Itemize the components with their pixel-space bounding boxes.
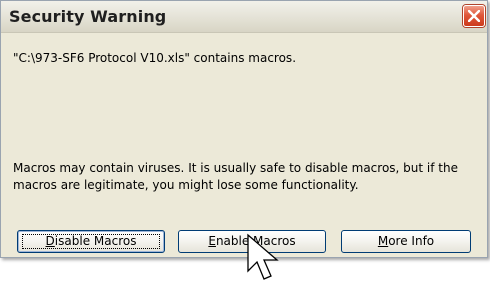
more-info-button[interactable]: More Info: [341, 230, 471, 253]
warning-text-line-2: macros are legitimate, you might lose so…: [13, 178, 359, 192]
dialog-body: "C:\973-SF6 Protocol V10.xls" contains m…: [1, 33, 487, 257]
close-button[interactable]: [463, 5, 485, 27]
security-warning-dialog: Security Warning "C:\973-SF6 Protocol V1…: [0, 0, 488, 258]
file-macro-message: "C:\973-SF6 Protocol V10.xls" contains m…: [13, 51, 297, 65]
arrow-pointer-icon: [247, 233, 279, 280]
disable-macros-button[interactable]: Disable Macros: [17, 230, 165, 253]
warning-text-line-1: Macros may contain viruses. It is usuall…: [13, 161, 458, 175]
dialog-title: Security Warning: [9, 7, 167, 26]
close-x-icon: [468, 10, 480, 22]
more-info-label: More Info: [377, 234, 435, 248]
disable-macros-label: Disable Macros: [45, 234, 137, 248]
title-bar[interactable]: Security Warning: [1, 1, 487, 33]
